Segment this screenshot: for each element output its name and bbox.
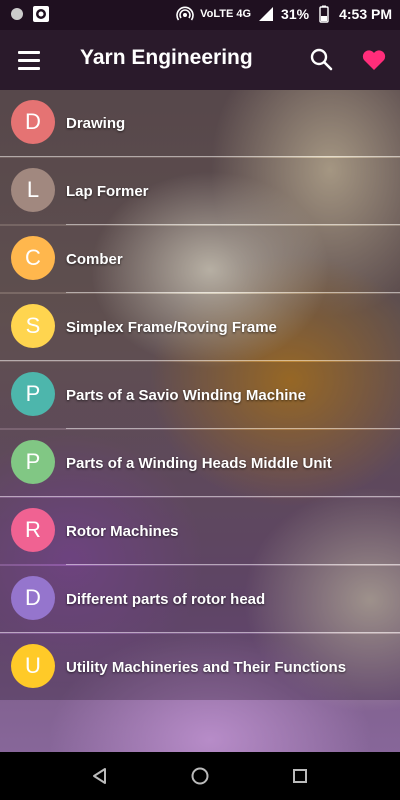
divider xyxy=(66,428,400,429)
list-item-savio-winding[interactable]: P Parts of a Savio Winding Machine xyxy=(0,362,400,429)
search-icon[interactable] xyxy=(308,46,336,74)
hotspot-icon xyxy=(176,5,194,23)
letter-avatar: L xyxy=(11,168,55,212)
app-title: Yarn Engineering xyxy=(80,46,253,69)
divider xyxy=(0,632,400,633)
letter-avatar: C xyxy=(11,236,55,280)
letter-avatar: U xyxy=(11,644,55,688)
letter-avatar: P xyxy=(11,372,55,416)
list-item-label: Lap Former xyxy=(66,182,149,200)
list-item-label: Utility Machineries and Their Functions xyxy=(66,658,347,676)
list-item-label: Parts of a Winding Heads Middle Unit xyxy=(66,454,332,472)
list-item-winding-heads[interactable]: P Parts of a Winding Heads Middle Unit xyxy=(0,430,400,497)
battery-percent: 31% xyxy=(281,6,310,22)
battery-icon xyxy=(315,5,333,23)
list-item-rotor-machines[interactable]: R Rotor Machines xyxy=(0,498,400,565)
list-item-label: Parts of a Savio Winding Machine xyxy=(66,386,306,404)
app-notification-icon xyxy=(32,5,50,23)
list-item-label: Rotor Machines xyxy=(66,522,179,540)
list-item-label: Comber xyxy=(66,250,123,268)
list-item-comber[interactable]: C Comber xyxy=(0,226,400,293)
network-type: VoLTE 4G xyxy=(200,8,252,20)
letter-avatar: D xyxy=(11,100,55,144)
notification-dot-icon xyxy=(8,5,26,23)
home-icon[interactable] xyxy=(188,764,212,788)
letter-avatar: P xyxy=(11,440,55,484)
menu-icon[interactable] xyxy=(18,45,46,75)
list-item-label: Simplex Frame/Roving Frame xyxy=(66,318,277,336)
app-bar: Yarn Engineering xyxy=(0,30,400,90)
status-bar: VoLTE 4G 31% 4:53 PM xyxy=(0,0,400,30)
heart-icon[interactable] xyxy=(360,46,388,74)
divider xyxy=(0,156,400,157)
list-item-drawing[interactable]: D Drawing xyxy=(0,90,400,157)
list-item-rotor-head[interactable]: D Different parts of rotor head xyxy=(0,566,400,633)
list-item-label: Drawing xyxy=(66,114,126,132)
list-item-simplex-frame[interactable]: S Simplex Frame/Roving Frame xyxy=(0,294,400,361)
clock: 4:53 PM xyxy=(339,6,392,22)
divider xyxy=(0,496,400,497)
recents-icon[interactable] xyxy=(288,764,312,788)
list-item-label: Different parts of rotor head xyxy=(66,590,266,608)
list-item-lap-former[interactable]: L Lap Former xyxy=(0,158,400,225)
divider xyxy=(66,292,400,293)
letter-avatar: R xyxy=(11,508,55,552)
system-nav-bar xyxy=(0,752,400,800)
signal-icon xyxy=(257,5,275,23)
letter-avatar: D xyxy=(11,576,55,620)
divider xyxy=(0,360,400,361)
divider xyxy=(66,564,400,565)
back-icon[interactable] xyxy=(88,764,112,788)
letter-avatar: S xyxy=(11,304,55,348)
topic-list: D Drawing L Lap Former C Comber S Simple… xyxy=(0,90,400,700)
list-item-utility-machineries[interactable]: U Utility Machineries and Their Function… xyxy=(0,634,400,700)
divider xyxy=(66,224,400,225)
